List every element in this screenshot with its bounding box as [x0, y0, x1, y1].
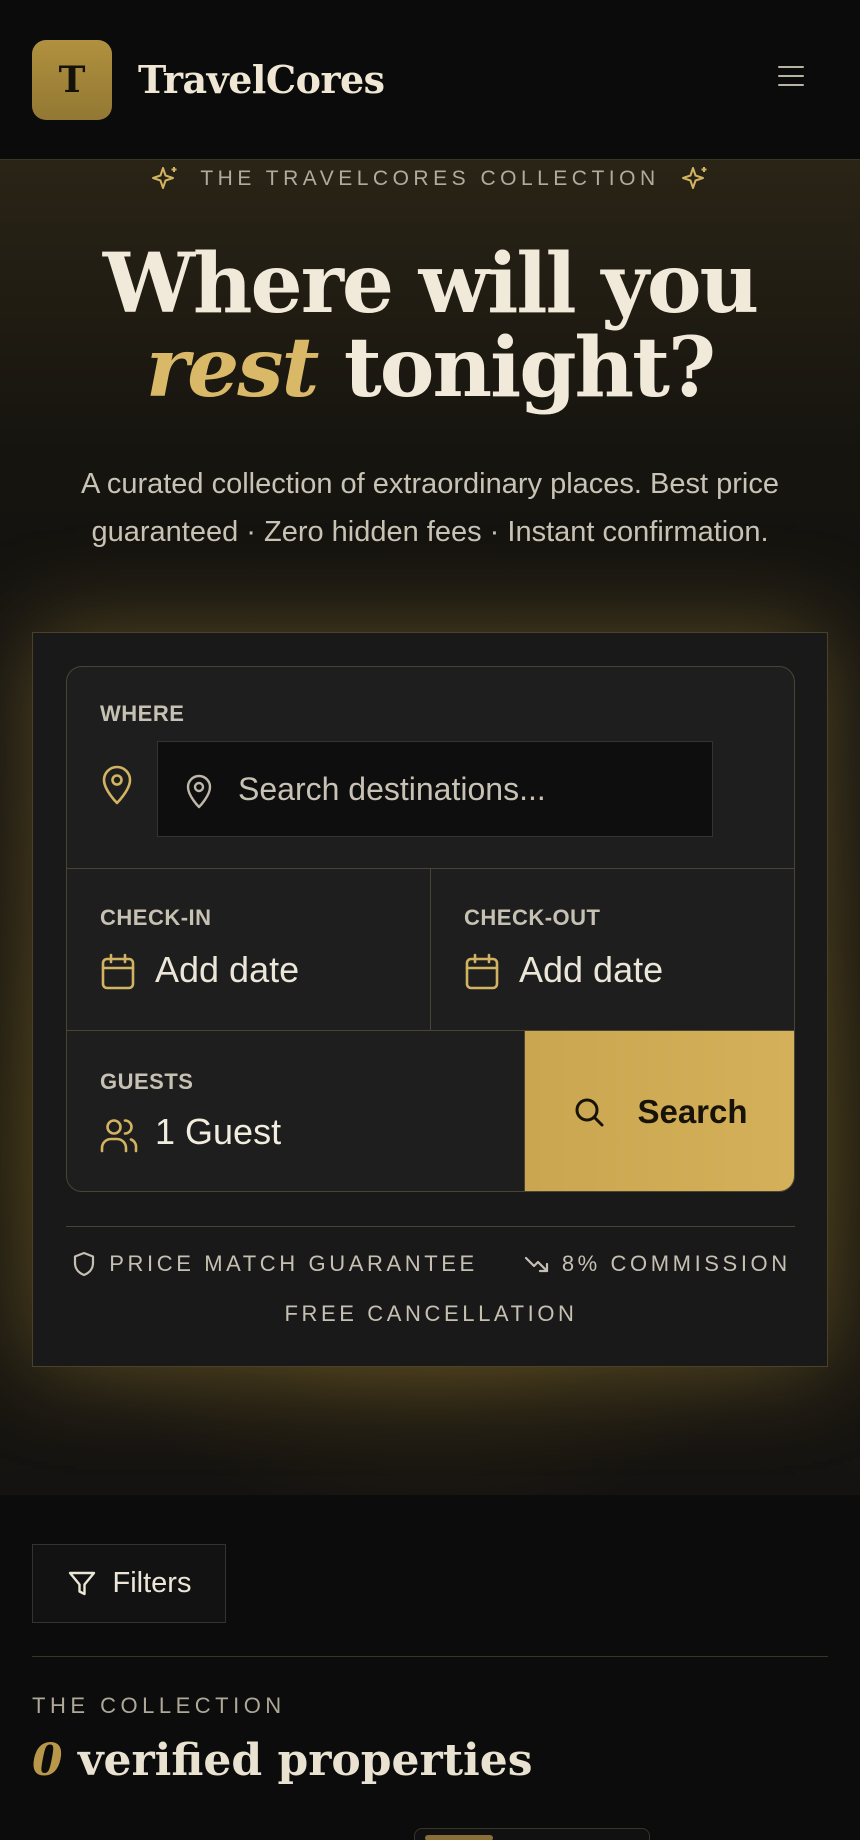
logo-badge[interactable]: T — [32, 39, 112, 120]
price-match-text: PRICE MATCH GUARANTEE — [109, 1251, 478, 1276]
logo-letter: T — [58, 58, 86, 101]
search-icon — [575, 1098, 604, 1127]
guests-field[interactable]: GUESTS 1 Guest — [67, 1031, 525, 1191]
top-header: T TravelCores — [0, 0, 860, 160]
sparkle-icon — [681, 167, 707, 189]
free-cancellation-text: FREE CANCELLATION — [284, 1301, 578, 1326]
checkin-field[interactable]: CHECK-IN Add date — [67, 869, 431, 1031]
shield-icon — [74, 1251, 95, 1277]
trending-down-icon — [524, 1256, 548, 1273]
checkout-value: Add date — [519, 949, 664, 990]
commission-badge: 8% COMMISSION — [524, 1251, 791, 1277]
hamburger-menu-icon[interactable] — [778, 66, 804, 90]
commission-text: 8% COMMISSION — [561, 1251, 791, 1276]
hero-headline: Where will you rest tonight? — [0, 242, 860, 410]
section-divider — [32, 1656, 828, 1657]
trust-badges: PRICE MATCH GUARANTEE 8% COMMISSION — [33, 1251, 829, 1277]
guests-value: 1 Guest — [155, 1111, 282, 1152]
collection-eyebrow: THE COLLECTION — [32, 1693, 286, 1718]
partial-element — [414, 1828, 650, 1840]
filters-button-label: Filters — [112, 1567, 192, 1599]
destination-search-input[interactable] — [157, 741, 713, 837]
date-row: CHECK-IN Add date CHECK-OUT Add date — [67, 869, 794, 1031]
calendar-icon — [101, 953, 135, 990]
guests-label: GUESTS — [100, 1069, 194, 1094]
filter-icon — [68, 1571, 95, 1595]
users-icon — [100, 1119, 138, 1153]
hero-subtitle: A curated collection of extraordinary pl… — [81, 468, 779, 548]
search-button-label: Search — [637, 1093, 748, 1130]
headline-accent: rest — [145, 320, 319, 416]
search-form: WHERE CHECK-IN — [66, 666, 795, 1192]
checkout-field[interactable]: CHECK-OUT Add date — [431, 869, 794, 1031]
where-label: WHERE — [100, 701, 185, 726]
headline-line1: Where will you — [102, 236, 759, 332]
collection-section: Filters THE COLLECTION 0 verified proper… — [0, 1495, 860, 1840]
filters-button[interactable]: Filters — [32, 1544, 226, 1623]
partial-element-accent — [425, 1835, 493, 1840]
calendar-icon — [465, 953, 499, 990]
hero-eyebrow-text: THE TRAVELCORES COLLECTION — [200, 167, 660, 190]
hero-eyebrow: THE TRAVELCORES COLLECTION — [0, 164, 860, 194]
collection-title-text: verified properties — [62, 1735, 533, 1786]
search-button[interactable]: Search — [525, 1031, 794, 1191]
sparkle-icon — [152, 167, 177, 189]
where-field: WHERE — [67, 667, 794, 869]
hero-section: THE TRAVELCORES COLLECTION Where will yo… — [0, 160, 860, 1495]
headline-line2: tonight? — [317, 320, 716, 416]
price-match-badge: PRICE MATCH GUARANTEE — [71, 1251, 478, 1277]
checkout-label: CHECK-OUT — [464, 905, 601, 930]
brand-name[interactable]: TravelCores — [138, 57, 385, 102]
collection-title: 0 verified properties — [32, 1735, 533, 1786]
checkin-label: CHECK-IN — [100, 905, 212, 930]
property-count: 0 — [32, 1735, 63, 1786]
page: T TravelCores THE TRAVELCORES COLLECTION… — [0, 0, 860, 1840]
checkin-value: Add date — [155, 949, 300, 990]
card-divider — [66, 1226, 795, 1227]
search-card: WHERE CHECK-IN — [32, 632, 828, 1367]
map-pin-icon — [102, 765, 132, 805]
